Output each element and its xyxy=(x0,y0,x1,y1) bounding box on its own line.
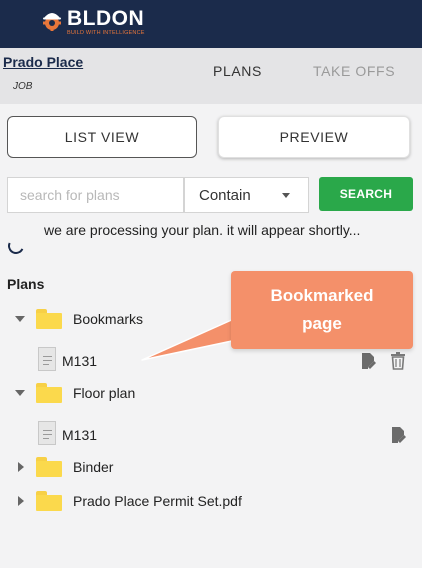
caret-down-icon[interactable] xyxy=(15,316,25,322)
caret-right-icon[interactable] xyxy=(18,462,24,472)
tab-takeoffs[interactable]: TAKE OFFS xyxy=(313,63,395,79)
search-input[interactable] xyxy=(7,177,184,213)
tree-folder-label: Prado Place Permit Set.pdf xyxy=(73,493,242,509)
caret-right-icon[interactable] xyxy=(18,496,24,506)
spinner-icon xyxy=(5,235,27,257)
edit-icon[interactable] xyxy=(391,426,407,444)
trash-icon[interactable] xyxy=(391,352,405,370)
plans-heading: Plans xyxy=(7,276,45,292)
tree-folder-permit-set[interactable]: Prado Place Permit Set.pdf xyxy=(0,488,422,516)
tree-file-m131-bookmarked[interactable]: M131 xyxy=(0,347,422,375)
processing-message: we are processing your plan. it will app… xyxy=(44,222,361,238)
brand-tagline: BUILD WITH INTELLIGENCE xyxy=(67,30,145,36)
top-bar: BLDON BUILD WITH INTELLIGENCE xyxy=(0,0,422,48)
tab-plans[interactable]: PLANS xyxy=(213,63,262,79)
tree-file-label: M131 xyxy=(62,427,98,443)
logo[interactable]: BLDON BUILD WITH INTELLIGENCE xyxy=(40,8,145,37)
search-button[interactable]: SEARCH xyxy=(319,177,413,211)
tree-folder-floor-plan[interactable]: Floor plan xyxy=(0,380,422,408)
tree-file-m131[interactable]: M131 xyxy=(0,421,422,449)
filter-select-value: Contain xyxy=(199,186,251,204)
folder-icon xyxy=(36,309,62,329)
brand-name: BLDON xyxy=(67,7,145,30)
folder-icon xyxy=(36,383,62,403)
tree-folder-label: Bookmarks xyxy=(73,311,144,327)
bookmarked-page-callout: Bookmarked page xyxy=(231,271,413,349)
callout-text: Bookmarked page xyxy=(270,286,374,333)
document-icon xyxy=(38,347,56,371)
job-header: Prado Place JOB PLANS TAKE OFFS xyxy=(0,48,422,104)
tree-file-label: M131 xyxy=(62,353,98,369)
list-view-button[interactable]: LIST VIEW xyxy=(7,116,197,158)
caret-down-icon xyxy=(282,193,290,198)
hardhat-gear-icon xyxy=(40,9,64,31)
tree-folder-label: Floor plan xyxy=(73,385,136,401)
job-name-link[interactable]: Prado Place xyxy=(3,54,83,70)
tree-folder-label: Binder xyxy=(73,459,114,475)
tree-folder-binder[interactable]: Binder xyxy=(0,454,422,482)
preview-button[interactable]: PREVIEW xyxy=(218,116,410,158)
document-icon xyxy=(38,421,56,445)
caret-down-icon[interactable] xyxy=(15,390,25,396)
job-label: JOB xyxy=(13,81,33,92)
edit-icon[interactable] xyxy=(361,352,377,370)
folder-icon xyxy=(36,491,62,511)
folder-icon xyxy=(36,457,62,477)
filter-select[interactable]: Contain xyxy=(184,177,309,213)
